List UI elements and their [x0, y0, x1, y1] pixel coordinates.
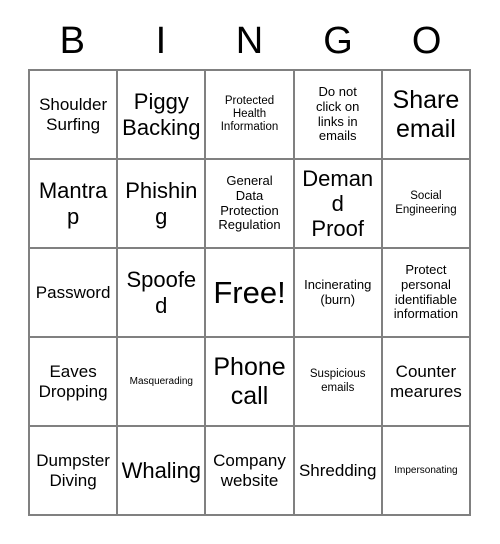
bingo-cell-label: Phishing: [125, 178, 198, 229]
bingo-cell[interactable]: Share email: [382, 71, 472, 160]
bingo-grid: Shoulder Surfing Piggy Backing Protected…: [28, 69, 472, 516]
bingo-row: Mantrap Phishing General Data Protection…: [30, 160, 472, 249]
bingo-cell-label: Password: [35, 282, 111, 302]
bingo-row: Eaves Dropping Masquerading Phone call S…: [30, 338, 472, 427]
bingo-cell[interactable]: Impersonating: [382, 427, 472, 516]
bingo-cell-label: Shredding: [298, 460, 377, 480]
bingo-header: B I N G O: [28, 16, 471, 66]
bingo-cell-label: Mantrap: [38, 178, 108, 229]
bingo-cell-free-space[interactable]: Free!: [206, 249, 295, 338]
bingo-cell[interactable]: Phone call: [206, 338, 295, 427]
bingo-cell-label: Spoofed: [126, 267, 197, 318]
bingo-cell-label: Incinerating (burn): [304, 276, 372, 307]
bingo-row: Dumpster Diving Whaling Company website …: [30, 427, 472, 516]
bingo-cell-label: General Data Protection Regulation: [218, 172, 281, 233]
bingo-cell[interactable]: Piggy Backing: [118, 71, 207, 160]
bingo-cell[interactable]: Password: [30, 249, 119, 338]
bingo-cell[interactable]: Whaling: [118, 427, 207, 516]
bingo-card: B I N G O Shoulder Surfing Piggy Backing…: [0, 0, 500, 544]
bingo-cell[interactable]: Counter mearures: [382, 338, 472, 427]
bingo-cell[interactable]: Shredding: [294, 427, 383, 516]
bingo-cell-label: Shoulder Surfing: [39, 94, 108, 134]
bingo-cell-label: Impersonating: [394, 464, 458, 476]
bingo-cell-label: Do not click on links in emails: [316, 83, 360, 144]
bingo-cell-label: Company website: [213, 450, 286, 490]
bingo-cell-label: Whaling: [121, 457, 202, 483]
bingo-cell[interactable]: Shoulder Surfing: [30, 71, 119, 160]
bingo-cell[interactable]: Do not click on links in emails: [294, 71, 383, 160]
bingo-cell-label: Protect personal identifiable informatio…: [393, 261, 459, 322]
bingo-cell-label: Dumpster Diving: [36, 450, 110, 490]
bingo-cell[interactable]: Masquerading: [118, 338, 207, 427]
bingo-cell-label: Piggy Backing: [122, 89, 201, 140]
bingo-cell-label: Share email: [392, 85, 460, 143]
bingo-cell-label: Demand Proof: [302, 165, 374, 242]
bingo-cell[interactable]: Suspicious emails: [294, 338, 383, 427]
bingo-cell-label: Protected Health Information: [220, 94, 279, 134]
bingo-header-letter-n: N: [235, 20, 264, 62]
bingo-row: Password Spoofed Free! Incinerating (bur…: [30, 249, 472, 338]
bingo-cell-label: Counter mearures: [390, 361, 462, 401]
bingo-cell[interactable]: Company website: [206, 427, 295, 516]
bingo-free-space-label: Free!: [213, 274, 286, 310]
bingo-cell[interactable]: General Data Protection Regulation: [206, 160, 295, 249]
bingo-header-letter-i: I: [155, 20, 167, 62]
bingo-cell-label: Social Engineering: [395, 190, 457, 216]
bingo-cell[interactable]: Social Engineering: [382, 160, 472, 249]
bingo-header-letter-g: G: [323, 20, 353, 62]
bingo-cell-label: Masquerading: [129, 375, 193, 387]
bingo-cell[interactable]: Mantrap: [30, 160, 119, 249]
bingo-cell-label: Phone call: [213, 352, 286, 410]
bingo-cell[interactable]: Protected Health Information: [206, 71, 295, 160]
bingo-cell[interactable]: Spoofed: [118, 249, 207, 338]
bingo-cell[interactable]: Protect personal identifiable informatio…: [382, 249, 472, 338]
bingo-cell[interactable]: Phishing: [118, 160, 207, 249]
bingo-cell[interactable]: Incinerating (burn): [294, 249, 383, 338]
bingo-cell[interactable]: Demand Proof: [294, 160, 383, 249]
bingo-header-letter-o: O: [411, 20, 442, 62]
bingo-header-letter-b: B: [59, 20, 85, 62]
bingo-row: Shoulder Surfing Piggy Backing Protected…: [30, 71, 472, 160]
bingo-cell[interactable]: Eaves Dropping: [30, 338, 119, 427]
bingo-cell-label: Suspicious emails: [309, 368, 366, 394]
bingo-cell[interactable]: Dumpster Diving: [30, 427, 119, 516]
bingo-cell-label: Eaves Dropping: [38, 361, 108, 401]
